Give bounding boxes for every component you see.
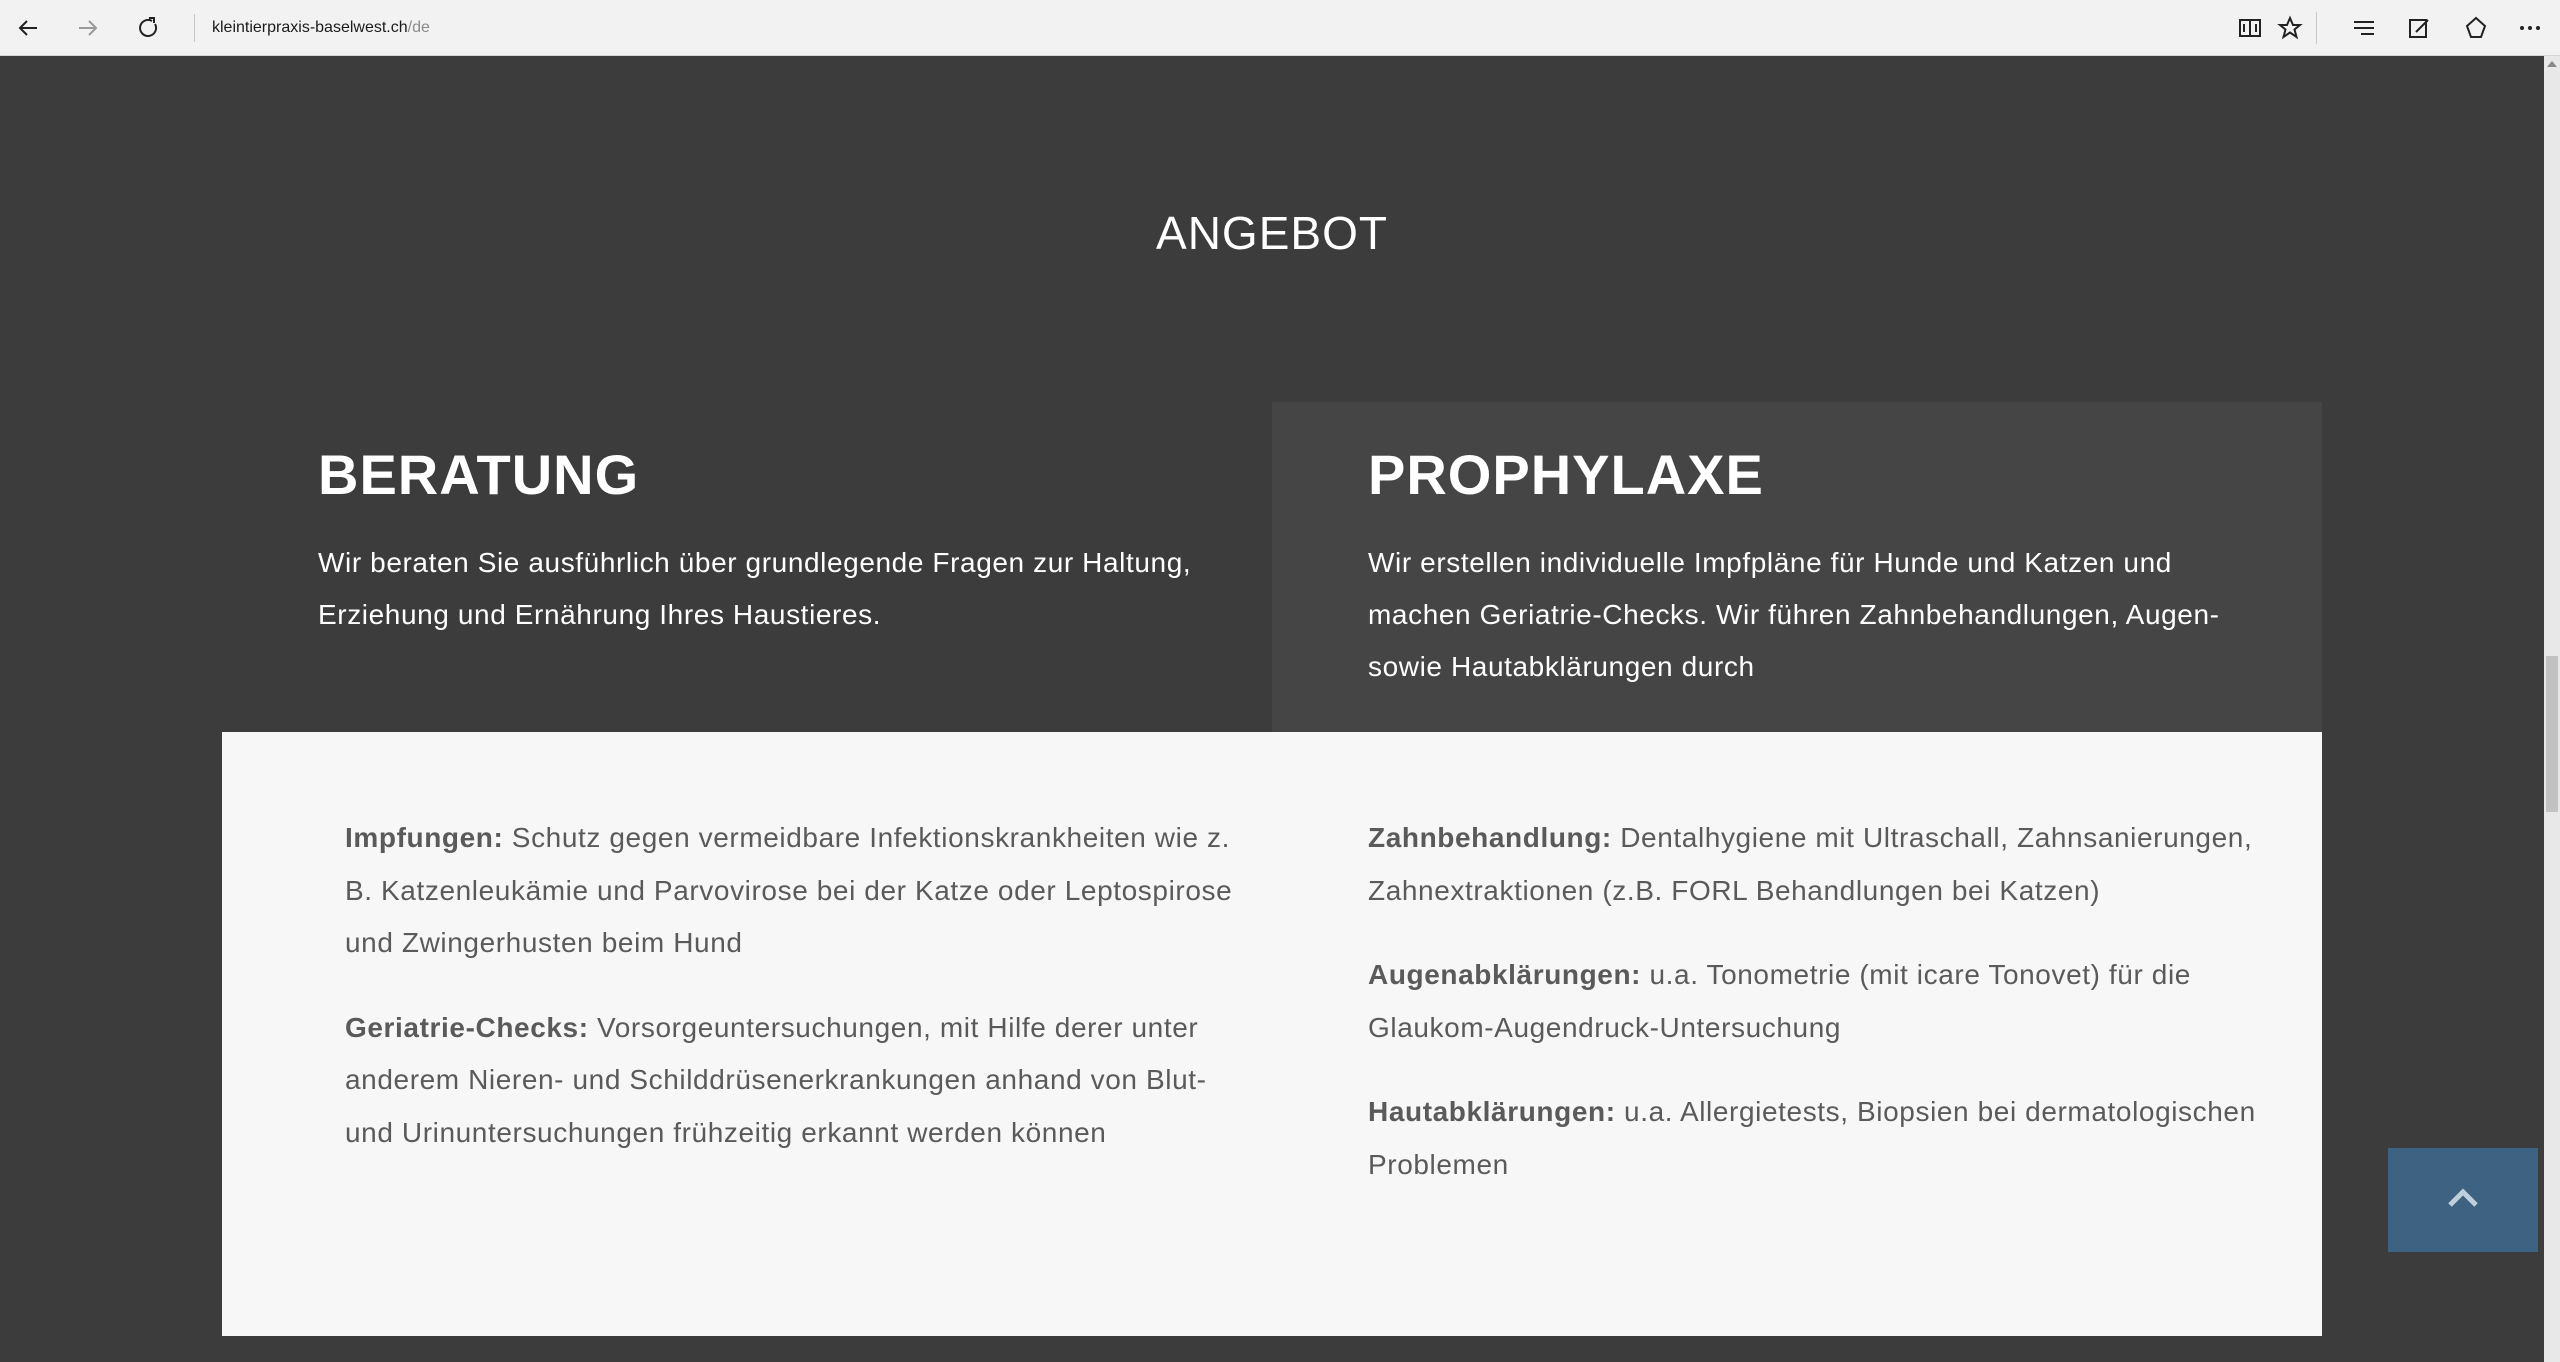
url-domain: kleintierpraxis-baselwest.ch: [212, 19, 408, 36]
card-text: Wir beraten Sie ausführlich über grundle…: [318, 547, 1192, 630]
card-beratung: BERATUNG Wir beraten Sie ausführlich übe…: [222, 402, 1272, 732]
section-title: ANGEBOT: [1156, 207, 1388, 259]
web-note-icon[interactable]: [2402, 10, 2438, 46]
browser-toolbar: kleintierpraxis-baselwest.ch/de: [0, 0, 2560, 56]
more-icon[interactable]: [2512, 10, 2548, 46]
detail-item-impfungen: Impfungen: Schutz gegen vermeidbare Infe…: [345, 812, 1245, 970]
detail-item-hautabklaerungen: Hautabklärungen: u.a. Allergietests, Bio…: [1368, 1086, 2268, 1191]
details-panel: Impfungen: Schutz gegen vermeidbare Infe…: [222, 732, 2322, 1336]
refresh-icon[interactable]: [130, 10, 166, 46]
back-to-top-button[interactable]: [2388, 1148, 2538, 1252]
detail-term: Geriatrie-Checks:: [345, 1011, 589, 1043]
card-title: PROPHYLAXE: [1368, 443, 1764, 506]
url-path: /de: [407, 19, 430, 36]
detail-term: Hautabklärungen:: [1368, 1096, 1616, 1127]
reading-view-icon[interactable]: [2232, 10, 2268, 46]
detail-term: Augenabklärungen:: [1368, 959, 1642, 990]
forward-icon[interactable]: [70, 10, 106, 46]
page-viewport: ANGEBOT BERATUNG Wir beraten Sie ausführ…: [0, 56, 2544, 1362]
share-icon[interactable]: [2458, 10, 2494, 46]
detail-item-zahnbehandlung: Zahnbehandlung: Dentalhygiene mit Ultras…: [1368, 812, 2268, 917]
address-bar[interactable]: kleintierpraxis-baselwest.ch/de: [212, 17, 430, 39]
toolbar-divider: [2316, 12, 2317, 44]
scrollbar-thumb[interactable]: [2546, 656, 2558, 812]
chevron-up-icon: [2446, 1187, 2480, 1213]
card-title: BERATUNG: [318, 443, 640, 506]
favorite-star-icon[interactable]: [2272, 10, 2308, 46]
detail-item-augenabklaerungen: Augenabklärungen: u.a. Tonometrie (mit i…: [1368, 949, 2268, 1054]
detail-item-geriatrie-checks: Geriatrie-Checks: Vorsorgeuntersuchungen…: [345, 1002, 1245, 1160]
card-prophylaxe: PROPHYLAXE Wir erstellen individuelle Im…: [1272, 402, 2322, 732]
address-bar-divider: [194, 14, 195, 42]
details-column-right: Zahnbehandlung: Dentalhygiene mit Ultras…: [1368, 812, 2268, 1223]
hub-icon[interactable]: [2346, 10, 2382, 46]
back-icon[interactable]: [10, 10, 46, 46]
card-text: Wir erstellen individuelle Impfpläne für…: [1368, 547, 2220, 682]
detail-term: Zahnbehandlung:: [1368, 822, 1612, 853]
detail-term: Impfungen:: [345, 822, 504, 853]
details-column-left: Impfungen: Schutz gegen vermeidbare Infe…: [345, 812, 1245, 1191]
scroll-up-arrow-icon[interactable]: [2544, 56, 2560, 72]
